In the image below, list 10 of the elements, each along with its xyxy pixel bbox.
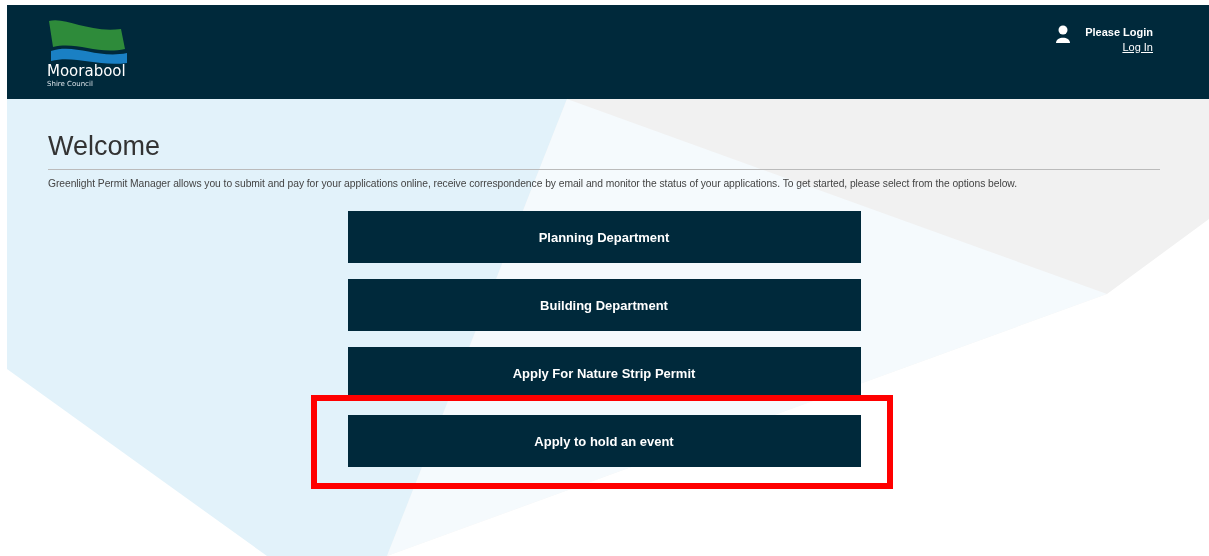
wave-flag-icon (47, 19, 129, 65)
login-status: Please Login (1085, 25, 1153, 40)
option-button[interactable]: Building Department (347, 279, 861, 331)
option-button[interactable]: Planning Department (347, 211, 861, 263)
user-icon (1055, 25, 1072, 43)
option-button[interactable]: Apply to hold an event (347, 415, 861, 467)
login-link[interactable]: Log In (1122, 40, 1153, 55)
logo-name: Moorabool (47, 63, 127, 80)
page-title: Welcome (48, 129, 1160, 170)
intro-text: Greenlight Permit Manager allows you to submit and pay for your applications online, receive correspondence by email and monitor the status of your applications. To get started, please select from the options below. (48, 178, 1018, 189)
